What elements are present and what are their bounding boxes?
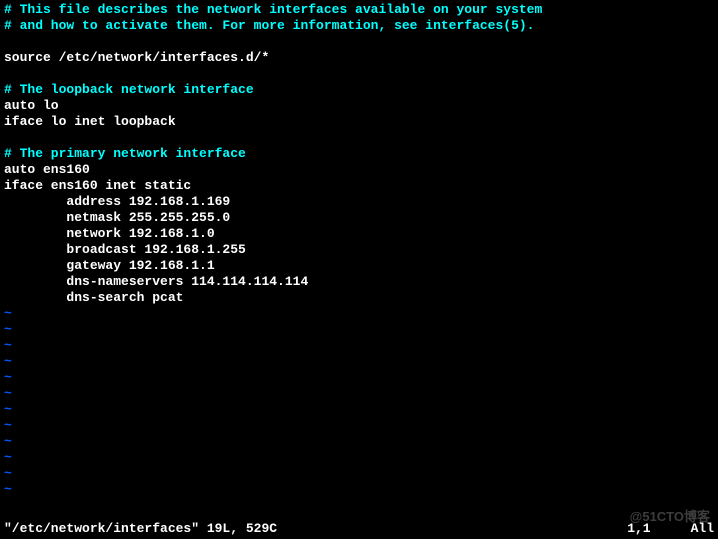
empty-line-tilde: ~ [4,370,714,386]
status-filename: "/etc/network/interfaces" 19L, 529C [4,521,277,537]
editor-line[interactable] [4,130,714,146]
status-view: All [691,521,714,537]
editor-line[interactable]: auto lo [4,98,714,114]
editor-line[interactable]: # The primary network interface [4,146,714,162]
editor-line[interactable]: iface ens160 inet static [4,178,714,194]
editor-line[interactable]: # This file describes the network interf… [4,2,714,18]
editor-line[interactable]: address 192.168.1.169 [4,194,714,210]
empty-line-tilde: ~ [4,306,714,322]
editor-line[interactable]: dns-nameservers 114.114.114.114 [4,274,714,290]
empty-line-tilde: ~ [4,418,714,434]
editor-content[interactable]: # This file describes the network interf… [0,0,718,500]
editor-line[interactable]: # and how to activate them. For more inf… [4,18,714,34]
editor-line[interactable] [4,34,714,50]
editor-line[interactable]: network 192.168.1.0 [4,226,714,242]
editor-line[interactable]: dns-search pcat [4,290,714,306]
empty-line-tilde: ~ [4,482,714,498]
editor-line[interactable]: auto ens160 [4,162,714,178]
vim-editor[interactable]: # This file describes the network interf… [0,0,718,539]
empty-line-tilde: ~ [4,450,714,466]
empty-line-tilde: ~ [4,386,714,402]
empty-line-tilde: ~ [4,322,714,338]
empty-line-tilde: ~ [4,402,714,418]
empty-line-tilde: ~ [4,434,714,450]
empty-line-tilde: ~ [4,466,714,482]
editor-line[interactable]: netmask 255.255.255.0 [4,210,714,226]
status-position: 1,1 [627,521,650,537]
status-bar: "/etc/network/interfaces" 19L, 529C 1,1 … [4,521,714,537]
empty-line-tilde: ~ [4,338,714,354]
editor-line[interactable]: # The loopback network interface [4,82,714,98]
editor-line[interactable]: source /etc/network/interfaces.d/* [4,50,714,66]
editor-line[interactable]: iface lo inet loopback [4,114,714,130]
editor-line[interactable]: gateway 192.168.1.1 [4,258,714,274]
empty-line-tilde: ~ [4,354,714,370]
editor-line[interactable] [4,66,714,82]
editor-line[interactable]: broadcast 192.168.1.255 [4,242,714,258]
